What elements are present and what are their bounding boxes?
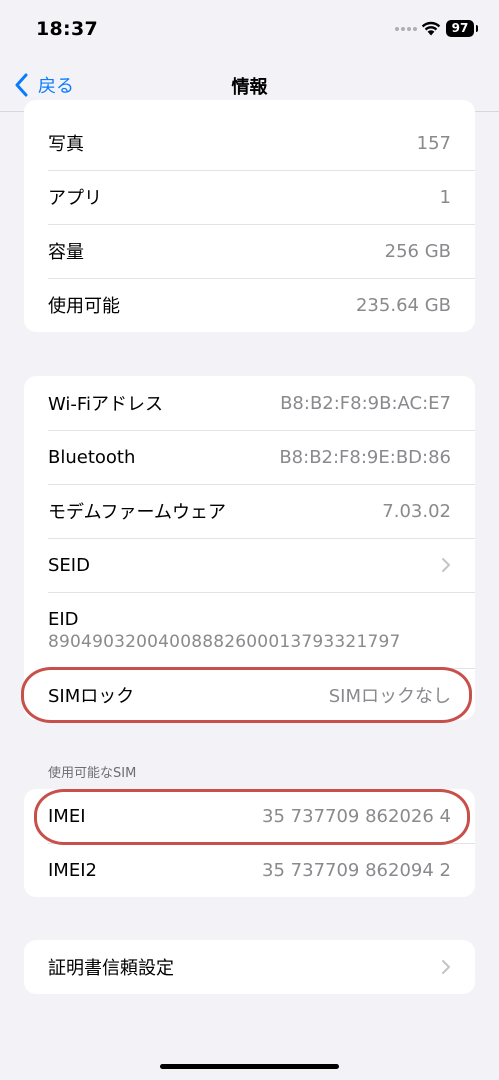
certificate-group: 証明書信頼設定 [24,940,475,994]
status-time: 18:37 [36,18,98,40]
sim-lock-highlight [21,667,472,723]
list-row-capacity: 容量 256 GB [24,224,475,278]
row-value: 157 [416,132,451,154]
list-row-photos: 写真 157 [24,116,475,170]
row-value: 35 737709 862094 2 [262,859,451,881]
storage-info-group: 写真 157 アプリ 1 容量 256 GB 使用可能 235.64 GB [24,100,475,332]
list-row-imei2: IMEI2 35 737709 862094 2 [24,843,475,897]
row-label: アプリ [48,188,102,209]
list-row-modem-firmware: モデムファームウェア 7.03.02 [24,484,475,538]
row-value: 1 [439,186,451,208]
list-row-available: 使用可能 235.64 GB [24,278,475,332]
chevron-right-icon [442,960,450,974]
chevron-right-icon [442,558,450,572]
row-label: 証明書信頼設定 [48,958,174,979]
row-label: モデムファームウェア [48,502,227,523]
battery-icon: 97 [446,20,478,37]
imei-highlight [34,789,470,845]
list-row-seid[interactable]: SEID [24,538,475,592]
row-label: 写真 [48,134,84,155]
home-indicator[interactable] [160,1064,339,1069]
section-header-available-sim: 使用可能なSIM [48,766,137,781]
status-bar: 18:37 97 [0,0,499,60]
eid-value: 89049032004008882600013793321797 [48,631,401,652]
list-row-bluetooth: Bluetooth B8:B2:F8:9E:BD:86 [24,430,475,484]
row-label: Wi-Fiアドレス [48,394,163,415]
row-value: 235.64 GB [355,294,451,316]
wifi-icon [421,21,441,36]
page-title: 情報 [231,77,268,98]
list-row-certificate-trust[interactable]: 証明書信頼設定 [24,940,475,994]
cellular-signal-icon [395,27,417,33]
row-label: IMEI2 [48,859,97,881]
row-label: EID [48,608,79,630]
list-row-apps: アプリ 1 [24,170,475,224]
row-label: SEID [48,554,90,576]
row-value: 7.03.02 [382,500,451,522]
list-row-eid: EID 89049032004008882600013793321797 [24,592,475,668]
row-label: 使用可能 [48,296,120,317]
row-value: B8:B2:F8:9E:BD:86 [279,446,451,468]
row-label: Bluetooth [48,446,136,468]
list-row-wifi-address: Wi-Fiアドレス B8:B2:F8:9B:AC:E7 [24,376,475,430]
row-label: 容量 [48,242,84,263]
row-value: 256 GB [384,240,451,262]
row-value: B8:B2:F8:9B:AC:E7 [280,392,451,414]
